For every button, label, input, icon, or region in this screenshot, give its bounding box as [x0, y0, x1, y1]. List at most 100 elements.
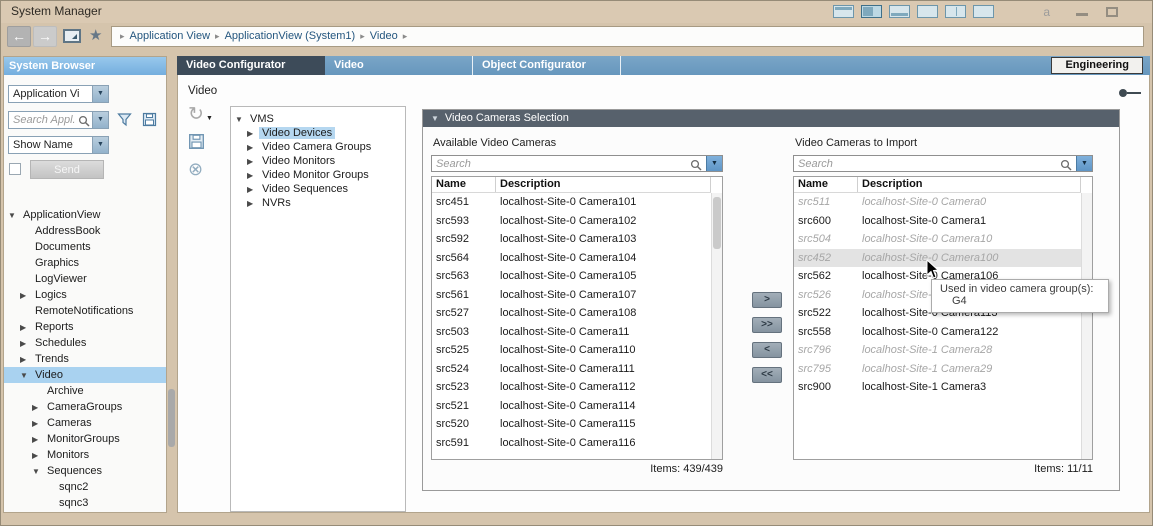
sidebar-tree-item[interactable]: AddressBook	[4, 223, 166, 239]
sidebar-tree-item[interactable]: Documents	[4, 239, 166, 255]
tab-video[interactable]: Video	[325, 56, 473, 75]
camera-row[interactable]: src521localhost-Site-0 Camera114	[432, 397, 711, 416]
vms-tree-item[interactable]: ▶Video Monitors	[231, 154, 405, 168]
sidebar-tree-item[interactable]: ▼Sequences	[4, 463, 166, 479]
refresh-dropdown-icon[interactable]: ▼	[206, 115, 213, 122]
column-header-name[interactable]: Name	[432, 177, 496, 192]
vms-tree-item[interactable]: ▶Video Camera Groups	[231, 140, 405, 154]
layout-rows-icon[interactable]	[889, 5, 910, 18]
available-search-input[interactable]	[432, 156, 682, 171]
move-all-left-button[interactable]: <<	[752, 367, 782, 383]
move-left-button[interactable]: <	[752, 342, 782, 358]
expand-arrow-icon[interactable]: ▶	[247, 129, 259, 138]
sidebar-tree-item[interactable]: sqnc2	[4, 479, 166, 495]
minimize-button[interactable]	[1076, 13, 1088, 16]
collapse-arrow-icon[interactable]: ▼	[235, 115, 247, 124]
collapse-arrow-icon[interactable]: ▼	[8, 211, 20, 220]
sidebar-tree-item[interactable]: RemoteNotifications	[4, 303, 166, 319]
sidebar-tree-item[interactable]: Archive	[4, 383, 166, 399]
camera-row[interactable]: src563localhost-Site-0 Camera105	[432, 267, 711, 286]
vms-tree-item[interactable]: ▶Video Devices	[231, 126, 405, 140]
chevron-down-icon[interactable]: ▼	[92, 86, 108, 102]
selection-panel-header[interactable]: ▼Video Cameras Selection	[423, 110, 1119, 127]
breadcrumb-item[interactable]: ApplicationView (System1)	[225, 30, 356, 42]
expand-arrow-icon[interactable]: ▶	[32, 451, 44, 460]
sidebar-tree-item[interactable]: Graphics	[4, 255, 166, 271]
tab-object-configurator[interactable]: Object Configurator	[473, 56, 621, 75]
sidebar-scrollbar[interactable]	[168, 56, 175, 513]
expand-arrow-icon[interactable]: ▶	[247, 171, 259, 180]
breadcrumb-item[interactable]: Application View	[130, 30, 211, 42]
sidebar-search-input[interactable]	[9, 112, 75, 128]
camera-row[interactable]: src592localhost-Site-0 Camera103	[432, 230, 711, 249]
breadcrumb-item[interactable]: Video	[370, 30, 398, 42]
camera-row[interactable]: src561localhost-Site-0 Camera107	[432, 286, 711, 305]
sidebar-tree-item[interactable]: ▶MonitorGroups	[4, 431, 166, 447]
expand-arrow-icon[interactable]: ▶	[247, 143, 259, 152]
collapse-arrow-icon[interactable]: ▼	[32, 467, 44, 476]
refresh-icon[interactable]: ↻	[188, 103, 204, 126]
dock-top-icon[interactable]	[833, 5, 854, 18]
expand-arrow-icon[interactable]: ▶	[247, 185, 259, 194]
camera-row[interactable]: src558localhost-Site-0 Camera122	[794, 323, 1081, 342]
sidebar-tree-item[interactable]: ▶Reports	[4, 319, 166, 335]
show-name-selector[interactable]: Show Name ▼	[8, 136, 109, 154]
chevron-down-icon[interactable]: ▼	[706, 156, 722, 171]
layout-split-icon[interactable]	[945, 5, 966, 18]
layout-empty-icon[interactable]	[973, 5, 994, 18]
panel-collapse-handle[interactable]	[1119, 89, 1141, 97]
vms-tree-item[interactable]: ▼VMS	[231, 112, 405, 126]
column-header-name[interactable]: Name	[794, 177, 858, 192]
camera-row[interactable]: src504localhost-Site-0 Camera10	[794, 230, 1081, 249]
collapse-icon[interactable]: ▼	[431, 114, 439, 123]
camera-row[interactable]: src591localhost-Site-0 Camera116	[432, 434, 711, 453]
layout-columns-icon[interactable]	[861, 5, 882, 18]
view-selector[interactable]: Application Vi ▼	[8, 85, 109, 103]
vms-tree-item[interactable]: ▶Video Sequences	[231, 182, 405, 196]
expand-arrow-icon[interactable]: ▶	[32, 403, 44, 412]
filter-icon[interactable]	[117, 112, 132, 132]
camera-row[interactable]: src525localhost-Site-0 Camera110	[432, 341, 711, 360]
sidebar-tree-item[interactable]: ▶Cameras	[4, 415, 166, 431]
expand-arrow-icon[interactable]: ▶	[247, 157, 259, 166]
camera-row[interactable]: src527localhost-Site-0 Camera108	[432, 304, 711, 323]
save-icon[interactable]	[188, 133, 205, 155]
chevron-down-icon[interactable]: ▼	[92, 137, 108, 153]
scrollbar-thumb[interactable]	[168, 389, 175, 447]
move-all-right-button[interactable]: >>	[752, 317, 782, 333]
camera-row[interactable]: src600localhost-Site-0 Camera1	[794, 212, 1081, 231]
scrollbar-thumb[interactable]	[713, 197, 721, 249]
save-filter-icon[interactable]	[142, 112, 157, 132]
engineering-mode-button[interactable]: Engineering	[1051, 57, 1143, 74]
forward-button[interactable]: →	[33, 26, 57, 47]
back-button[interactable]: ←	[7, 26, 31, 47]
sidebar-tree-item[interactable]: ▶CameraGroups	[4, 399, 166, 415]
move-right-button[interactable]: >	[752, 292, 782, 308]
expand-arrow-icon[interactable]: ▶	[32, 435, 44, 444]
favorite-icon[interactable]: ★	[89, 27, 102, 45]
camera-row[interactable]: src511localhost-Site-0 Camera0	[794, 193, 1081, 212]
expand-arrow-icon[interactable]: ▶	[20, 339, 32, 348]
camera-row[interactable]: src523localhost-Site-0 Camera112	[432, 378, 711, 397]
import-search-input[interactable]	[794, 156, 1052, 171]
cancel-icon[interactable]: ⊗	[188, 159, 203, 180]
sidebar-tree-item[interactable]: LogViewer	[4, 271, 166, 287]
camera-row[interactable]: src503localhost-Site-0 Camera11	[432, 323, 711, 342]
maximize-button[interactable]	[1106, 7, 1118, 17]
camera-row[interactable]: src520localhost-Site-0 Camera115	[432, 415, 711, 434]
expand-arrow-icon[interactable]: ▶	[20, 323, 32, 332]
camera-row[interactable]: src524localhost-Site-0 Camera111	[432, 360, 711, 379]
camera-row[interactable]: src796localhost-Site-1 Camera28	[794, 341, 1081, 360]
chevron-down-icon[interactable]: ▼	[92, 112, 108, 128]
layout-single-icon[interactable]	[917, 5, 938, 18]
expand-arrow-icon[interactable]: ▶	[32, 419, 44, 428]
vms-tree-item[interactable]: ▶NVRs	[231, 196, 405, 210]
vms-tree-item[interactable]: ▶Video Monitor Groups	[231, 168, 405, 182]
sidebar-tree-item[interactable]: sqnc3	[4, 495, 166, 511]
camera-row[interactable]: src900localhost-Site-1 Camera3	[794, 378, 1081, 397]
expand-arrow-icon[interactable]: ▶	[247, 199, 259, 208]
collapse-arrow-icon[interactable]: ▼	[20, 371, 32, 380]
vertical-scrollbar[interactable]	[711, 193, 722, 459]
camera-row[interactable]: src564localhost-Site-0 Camera104	[432, 249, 711, 268]
expand-arrow-icon[interactable]: ▶	[20, 355, 32, 364]
